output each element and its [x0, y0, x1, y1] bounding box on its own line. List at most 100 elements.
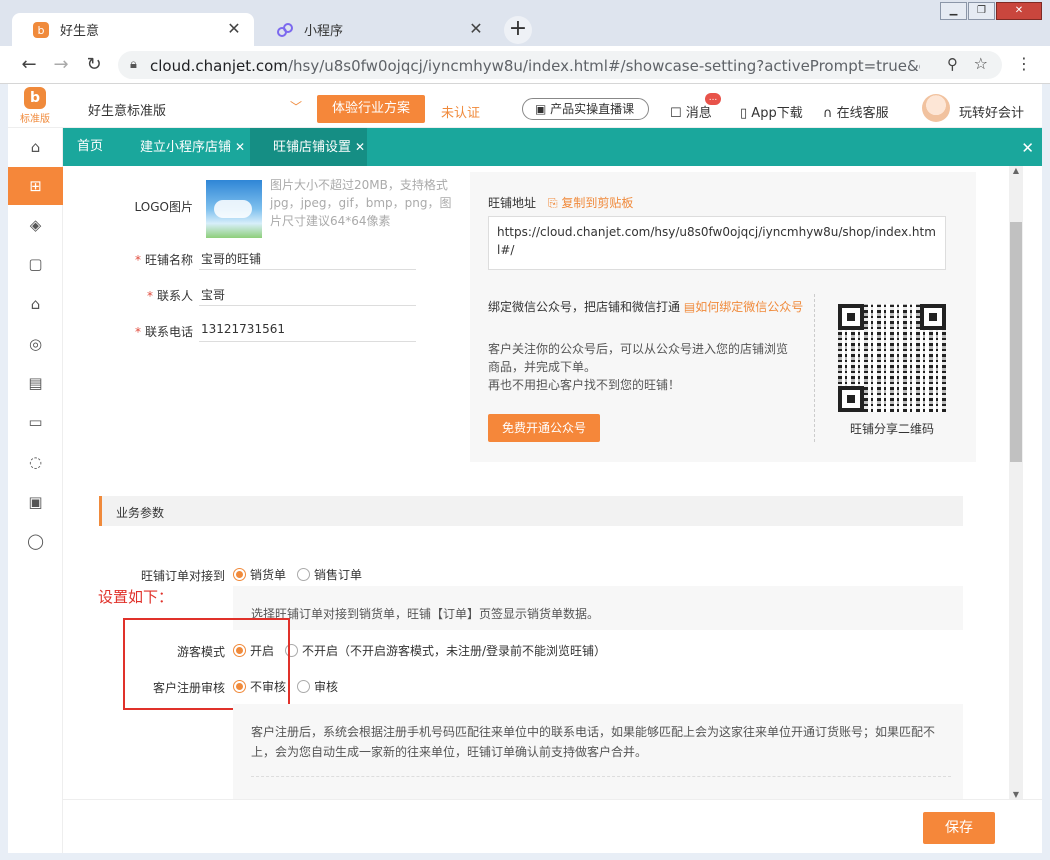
restore-button[interactable]: ❐	[968, 2, 995, 20]
store-logo-image[interactable]	[206, 180, 262, 238]
online-service-link[interactable]: ∩ 在线客服	[823, 102, 889, 121]
address-bar: ← → ↻ 🔒︎ cloud.chanjet.com/hsy/u8s0fw0oj…	[0, 46, 1050, 84]
guest-mode-off[interactable]: 不开启（不开启游客模式，未注册/登录前不能浏览旺铺）	[285, 642, 606, 659]
option-label: 销售订单	[314, 568, 363, 582]
back-icon[interactable]: ←	[18, 54, 40, 76]
bookmark-star-icon[interactable]: ☆	[974, 54, 988, 73]
qr-finder	[838, 304, 864, 330]
review-on[interactable]: 审核	[297, 678, 338, 695]
browser-tab-haoshengyi[interactable]: b 好生意 ✕	[12, 13, 254, 46]
browser-tab-title: 好生意	[60, 24, 100, 39]
copy-to-clipboard-link[interactable]: ⎘ 复制到剪贴板	[548, 194, 633, 211]
form-footer: 保存	[63, 799, 1042, 853]
save-button[interactable]: 保存	[923, 812, 995, 844]
scroll-thumb[interactable]	[1010, 222, 1022, 462]
order-option-sales-delivery[interactable]: 销货单	[233, 566, 286, 583]
home-icon[interactable]: ⌂	[8, 128, 63, 166]
clipboard-icon[interactable]: ▤	[8, 364, 63, 402]
app-header: b 标准版 好生意标准版 ﹀ 体验行业方案 未认证 ▣ 产品实操直播课 ... …	[8, 84, 1042, 128]
url-field[interactable]: 🔒︎ cloud.chanjet.com/hsy/u8s0fw0ojqcj/iy…	[118, 51, 1002, 79]
live-course-button[interactable]: ▣ 产品实操直播课	[522, 98, 649, 120]
address-label-text: 旺铺地址	[488, 196, 537, 210]
dashed-divider	[251, 776, 951, 777]
contact-underline	[199, 305, 416, 306]
bag-icon[interactable]: ▢	[8, 245, 63, 283]
close-all-tabs-icon[interactable]: ✕	[1021, 139, 1034, 157]
url-host: cloud.chanjet.com	[150, 57, 288, 75]
qr-finder	[920, 304, 946, 330]
tab-store-settings[interactable]: 旺铺店铺设置 ✕	[250, 128, 367, 166]
chat-bubble-icon[interactable]: ◯	[8, 522, 63, 560]
close-window-button[interactable]: ✕	[996, 2, 1042, 20]
phone-label-text: 联系电话	[144, 325, 193, 339]
radio-icon	[297, 680, 310, 693]
store-name-underline	[199, 269, 416, 270]
unverified-link[interactable]: 未认证	[441, 102, 480, 121]
minimize-button[interactable]: ▁	[940, 2, 967, 20]
logo-hint: 图片大小不超过20MB，支持格式 jpg，jpeg，gif，bmp，png，图 …	[270, 176, 460, 230]
cloud-shape	[214, 200, 252, 218]
edition-selector[interactable]: 好生意标准版	[88, 100, 166, 119]
tab-build-miniprogram-store[interactable]: 建立小程序店铺 ✕	[140, 128, 245, 166]
store-icon[interactable]: ◈	[8, 206, 63, 244]
close-tab-icon[interactable]: ✕	[235, 140, 245, 154]
messages-link[interactable]: ☐ 消息	[670, 102, 712, 121]
logo-edition-label: 标准版	[20, 114, 50, 125]
store-url-field[interactable]: https://cloud.chanjet.com/hsy/u8s0fw0ojq…	[488, 216, 946, 270]
scroll-up-icon[interactable]: ▲	[1009, 166, 1023, 175]
business-params-section: 业务参数	[99, 496, 963, 526]
close-tab-icon[interactable]: ✕	[355, 140, 365, 154]
phone-field[interactable]: 13121731561	[201, 322, 285, 336]
app-logo[interactable]: b 标准版	[20, 87, 50, 125]
copy-link-label: 复制到剪贴板	[561, 196, 634, 210]
order-description: 选择旺铺订单对接到销货单，旺铺【订单】页签显示销货单数据。	[233, 586, 963, 630]
report-icon[interactable]: ▭	[8, 403, 63, 441]
refresh-cycle-icon[interactable]: ◌	[8, 443, 63, 481]
contact-field[interactable]: 宝哥	[201, 286, 225, 303]
close-tab-icon[interactable]: ✕	[224, 19, 244, 39]
tab-home[interactable]: 首页	[77, 128, 103, 166]
bind-wechat-title: 绑定微信公众号，把店铺和微信打通 ▤如何绑定微信公众号	[488, 298, 818, 316]
bind-desc-line: 客户关注你的公众号后，可以从公众号进入您的店铺浏览	[488, 342, 789, 356]
close-tab-icon[interactable]: ✕	[466, 19, 486, 39]
new-tab-button[interactable]: +	[504, 16, 532, 44]
browser-menu-icon[interactable]: ⋮	[1016, 54, 1032, 73]
required-mark: *	[134, 325, 141, 339]
experience-industry-button[interactable]: 体验行业方案	[317, 95, 425, 123]
order-option-sales-order[interactable]: 销售订单	[297, 566, 362, 583]
username[interactable]: 玩转好会计	[959, 102, 1024, 121]
bind-description: 客户关注你的公众号后，可以从公众号进入您的店铺浏览 商品，并完成下单。 再也不用…	[488, 340, 808, 394]
annotation-text: 设置如下：	[98, 588, 174, 606]
doc-icon: ▤	[683, 300, 696, 314]
chevron-down-icon[interactable]: ﹀	[290, 98, 302, 115]
qr-finder	[838, 386, 864, 412]
new-badge-icon[interactable]: ▣	[8, 483, 63, 521]
reload-icon[interactable]: ↻	[83, 54, 105, 76]
tab-home-label: 首页	[77, 139, 104, 154]
panel-divider	[814, 294, 815, 442]
browser-tab-miniprogram[interactable]: 小程序 ✕	[256, 13, 496, 46]
annotation-highlight-box	[123, 618, 290, 710]
svg-text:b: b	[38, 24, 45, 37]
window-controls: ▁ ❐ ✕	[939, 2, 1042, 20]
gift-icon[interactable]: ⊞	[8, 167, 63, 205]
how-to-bind-link[interactable]: ▤如何绑定微信公众号	[684, 300, 803, 314]
tab-label: 建立小程序店铺	[140, 140, 232, 155]
zoom-icon[interactable]: ⚲	[947, 55, 958, 73]
store-qr-code[interactable]	[838, 304, 946, 412]
page-tabs: 首页 建立小程序店铺 ✕ 旺铺店铺设置 ✕ ✕	[63, 128, 1042, 166]
logo-hint-line: 图片大小不超过20MB，支持格式	[270, 178, 448, 192]
money-bag-icon[interactable]: ◎	[8, 325, 63, 363]
scroll-down-icon[interactable]: ▼	[1009, 790, 1023, 799]
store-name-field[interactable]: 宝哥的旺铺	[201, 250, 261, 267]
section-title: 业务参数	[116, 506, 165, 520]
warehouse-icon[interactable]: ⌂	[8, 285, 63, 323]
option-label: 销货单	[250, 568, 287, 582]
app-download-link[interactable]: ▯ App下载	[740, 102, 803, 121]
content-scrollbar[interactable]: ▲ ▼	[1009, 166, 1023, 799]
avatar[interactable]	[922, 94, 950, 122]
open-official-account-button[interactable]: 免费开通公众号	[488, 414, 600, 442]
online-service-label: 在线客服	[836, 106, 889, 121]
forward-icon[interactable]: →	[50, 54, 72, 76]
lock-icon: 🔒︎	[130, 57, 137, 72]
